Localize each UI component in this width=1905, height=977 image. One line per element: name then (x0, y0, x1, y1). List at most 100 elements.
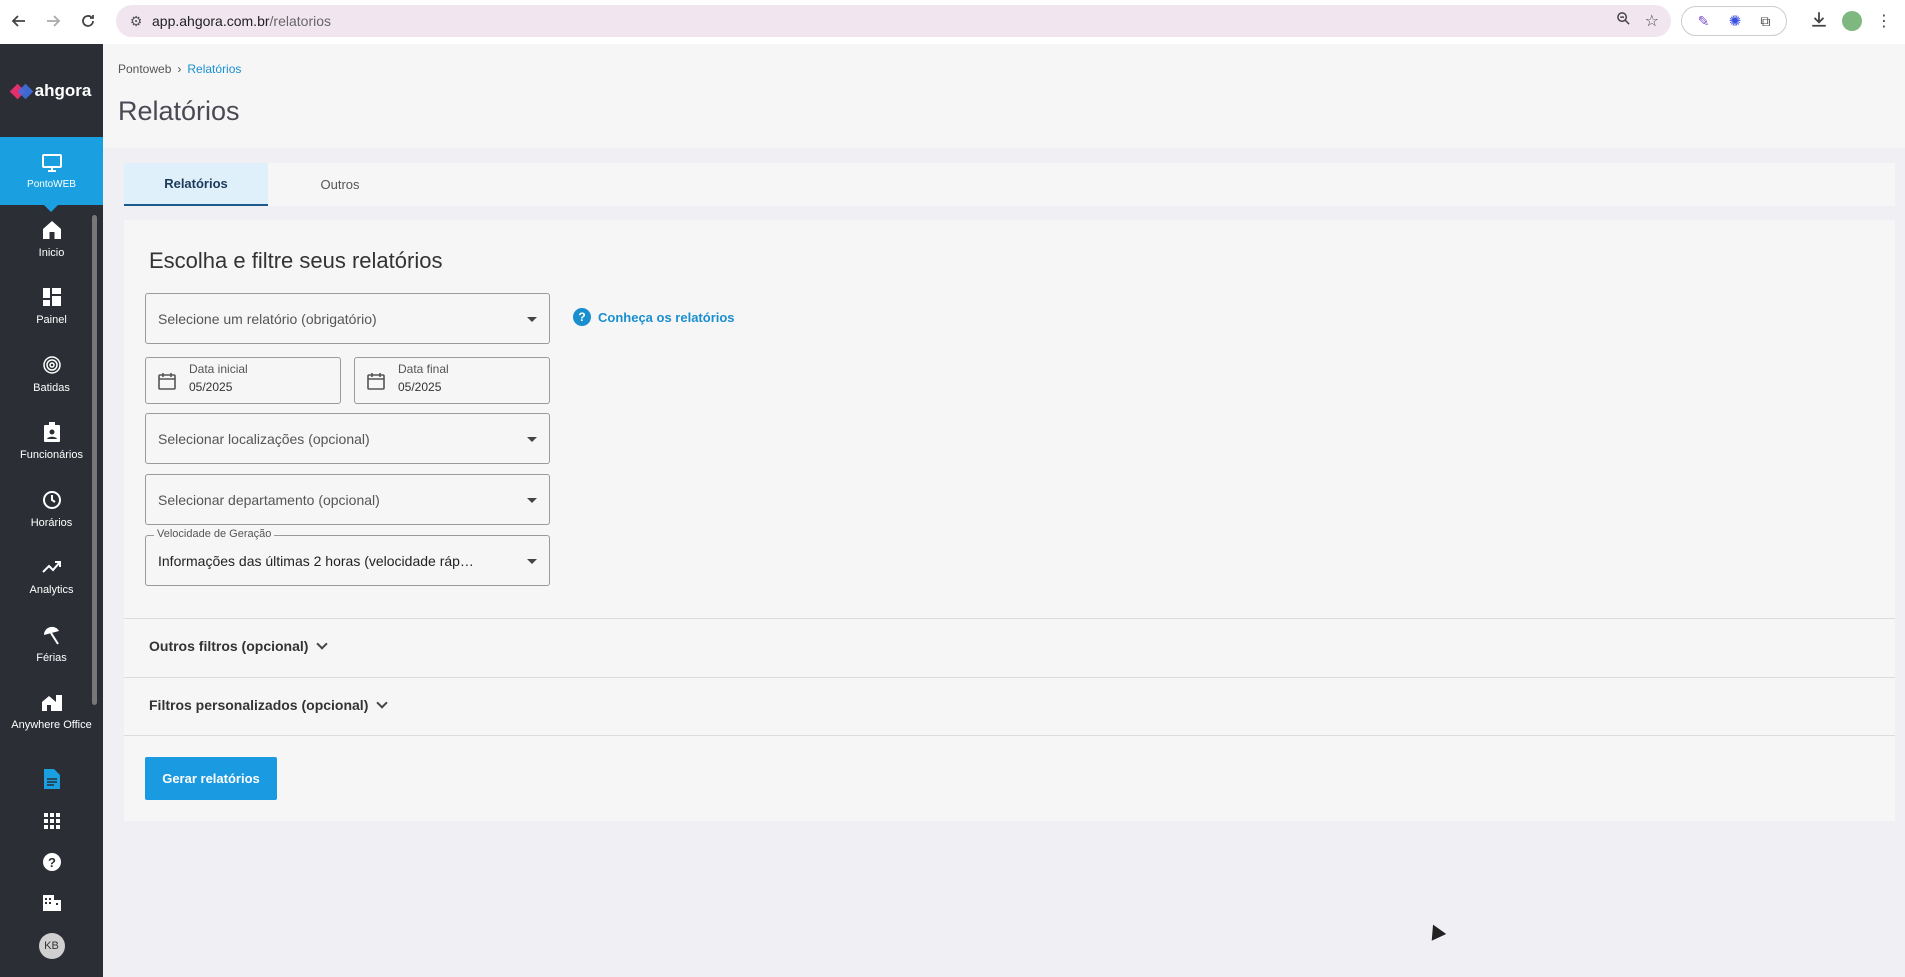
sidebar-item-painel[interactable]: Painel (0, 273, 103, 341)
avatar[interactable]: KB (38, 933, 65, 960)
zoom-icon[interactable] (1616, 11, 1631, 31)
chevron-right-icon: › (177, 62, 182, 76)
fingerprint-icon (41, 354, 63, 376)
tab-relatorios[interactable]: Relatórios (124, 163, 268, 206)
sidebar: ahgora PontoWEB Inicio Painel Batidas Fu… (0, 44, 103, 977)
bookmark-star-icon[interactable]: ☆ (1645, 11, 1659, 31)
badge-icon (41, 421, 63, 443)
custom-filters-expander[interactable]: Filtros personalizados (opcional) (149, 697, 389, 713)
report-select-placeholder: Selecione um relatório (obrigatório) (158, 310, 377, 327)
logo-text: ahgora (34, 80, 92, 100)
generation-speed-select[interactable]: Velocidade de Geração Informações das úl… (145, 528, 550, 586)
sidebar-scrollbar[interactable] (92, 215, 97, 705)
document-icon (41, 768, 63, 790)
apps-grid-icon[interactable] (41, 810, 63, 832)
caret-down-icon (527, 316, 537, 322)
module-pontoweb[interactable]: PontoWEB (0, 137, 103, 212)
report-filter-card: Escolha e filtre seus relatórios Selecio… (124, 220, 1895, 821)
sidebar-item-inicio[interactable]: Inicio (0, 205, 103, 273)
sidebar-menu: Inicio Painel Batidas Funcionários Horár… (0, 205, 103, 792)
breadcrumb-root[interactable]: Pontoweb (118, 62, 171, 76)
caret-down-icon (527, 436, 537, 442)
address-bar[interactable]: ⚙ app.ahgora.com.br/relatorios ☆ (116, 5, 1671, 37)
help-icon[interactable]: ? (41, 851, 63, 873)
locations-select[interactable]: Selecionar localizações (opcional) (145, 413, 550, 464)
profile-avatar-icon[interactable] (1842, 11, 1862, 31)
extensions-group: ✎ ✺ ⧉ (1681, 6, 1787, 36)
start-date-field[interactable]: Data inicial 05/2025 (145, 357, 341, 404)
pen-extension-icon[interactable]: ✎ (1698, 13, 1710, 30)
page-title: Relatórios (118, 96, 240, 126)
sidebar-bottom: ? KB (0, 792, 103, 977)
generation-speed-label: Velocidade de Geração (154, 528, 275, 540)
calendar-icon[interactable] (367, 372, 385, 390)
chevron-down-icon (316, 638, 329, 650)
sidebar-item-analytics[interactable]: Analytics (0, 543, 103, 611)
browser-toolbar: ⚙ app.ahgora.com.br/relatorios ☆ ✎ ✺ ⧉ ⋮ (0, 0, 1905, 44)
chevron-down-icon (376, 697, 389, 709)
department-placeholder: Selecionar departamento (opcional) (158, 491, 380, 508)
other-filters-label: Outros filtros (opcional) (149, 638, 309, 654)
forward-icon[interactable] (36, 4, 70, 38)
site-settings-icon[interactable]: ⚙ (120, 13, 152, 30)
end-date-label: Data final (398, 362, 449, 376)
sidebar-item-funcionarios[interactable]: Funcionários (0, 408, 103, 476)
divider (124, 735, 1895, 736)
sidebar-item-label: Painel (36, 314, 67, 327)
back-icon[interactable] (2, 4, 36, 38)
end-date-value: 05/2025 (398, 380, 442, 394)
svg-text:?: ? (48, 855, 56, 870)
divider (124, 677, 1895, 678)
help-link-text: Conheça os relatórios (598, 309, 735, 325)
module-label: PontoWEB (27, 179, 76, 190)
company-building-icon[interactable] (41, 892, 63, 914)
custom-filters-label: Filtros personalizados (opcional) (149, 697, 369, 713)
form-title: Escolha e filtre seus relatórios (149, 248, 443, 273)
gear-extension-icon[interactable]: ✺ (1729, 12, 1742, 30)
caret-down-icon (527, 558, 537, 564)
sidebar-item-label: Analytics (29, 584, 74, 597)
beach-umbrella-icon (41, 624, 63, 646)
generate-reports-button[interactable]: Gerar relatórios (145, 757, 277, 800)
trending-up-icon (41, 556, 63, 578)
breadcrumb: Pontoweb › Relatórios (118, 62, 241, 76)
main-content: Pontoweb › Relatórios Relatórios Relatór… (103, 44, 1905, 977)
logo[interactable]: ahgora (0, 44, 103, 137)
start-date-label: Data inicial (189, 362, 248, 376)
menu-dots-icon[interactable]: ⋮ (1876, 11, 1892, 31)
sidebar-item-label: Horários (30, 516, 73, 529)
sidebar-item-ferias[interactable]: Férias (0, 610, 103, 678)
sidebar-item-horarios[interactable]: Horários (0, 475, 103, 543)
sidebar-item-label: Férias (36, 651, 67, 664)
divider (124, 618, 1895, 619)
clock-icon (41, 489, 63, 511)
calendar-icon[interactable] (158, 372, 176, 390)
home-icon (41, 219, 63, 241)
tab-bar: Relatórios Outros (124, 163, 1895, 206)
monitor-icon (41, 152, 63, 174)
puzzle-extension-icon[interactable]: ⧉ (1760, 13, 1770, 30)
breadcrumb-current[interactable]: Relatórios (187, 62, 241, 76)
sidebar-item-anywhere-office[interactable]: Anywhere Office (0, 678, 103, 746)
report-select[interactable]: Selecione um relatório (obrigatório) (145, 293, 550, 344)
other-filters-expander[interactable]: Outros filtros (opcional) (149, 638, 329, 654)
home-work-icon (41, 691, 63, 713)
sidebar-item-batidas[interactable]: Batidas (0, 340, 103, 408)
sidebar-item-relatorios[interactable] (0, 745, 103, 792)
start-date-value: 05/2025 (189, 380, 233, 394)
page-header: Pontoweb › Relatórios Relatórios (103, 44, 1905, 148)
sidebar-item-label: Anywhere Office (11, 719, 92, 732)
caret-down-icon (527, 497, 537, 503)
dashboard-icon (41, 286, 63, 308)
tab-outros[interactable]: Outros (268, 163, 412, 206)
help-reports-link[interactable]: ? Conheça os relatórios (573, 308, 735, 326)
department-select[interactable]: Selecionar departamento (opcional) (145, 474, 550, 525)
sidebar-item-label: Funcionários (20, 449, 83, 462)
url-text: app.ahgora.com.br/relatorios (152, 13, 331, 29)
end-date-field[interactable]: Data final 05/2025 (354, 357, 550, 404)
sidebar-item-label: Inicio (38, 246, 65, 259)
download-icon[interactable] (1810, 10, 1828, 33)
locations-placeholder: Selecionar localizações (opcional) (158, 430, 370, 447)
reload-icon[interactable] (71, 4, 105, 38)
ahgora-logo-icon (9, 81, 33, 101)
